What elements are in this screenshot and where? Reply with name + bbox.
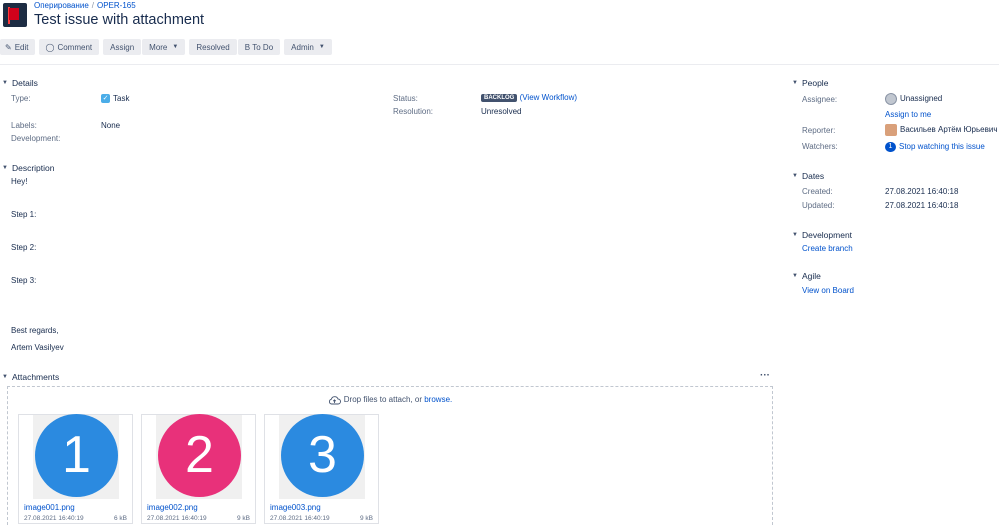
chevron-down-icon: ▼ [2,80,8,86]
chevron-down-icon: ▼ [792,80,798,86]
labels-value[interactable]: None [101,121,120,130]
development-toggle[interactable]: ▼ Development [792,230,852,240]
attachment-filename[interactable]: image001.png [24,503,75,512]
issue-toolbar: ✎ Edit ◯ Comment Assign More ▼ Resolved В T… [0,39,332,55]
description-line: Step 1: [11,210,37,219]
breadcrumb-project-link[interactable]: Оперирование [34,1,89,10]
attachment-image: 3 [279,414,365,499]
issue-title[interactable]: Test issue with attachment [34,12,204,28]
attachment-number: 2 [158,414,241,497]
chevron-down-icon: ▼ [792,173,798,179]
view-workflow-link[interactable]: (View Workflow) [520,93,578,102]
assign-to-me-link[interactable]: Assign to me [885,110,931,119]
chevron-down-icon: ▼ [2,374,8,380]
to-do-button[interactable]: В To Do [237,39,281,55]
attachment-number: 1 [35,414,118,497]
labels-label: Labels: [11,121,37,130]
description-line: Step 3: [11,276,37,285]
admin-button[interactable]: Admin ▼ [284,39,332,55]
created-value: 27.08.2021 16:40:18 [885,187,959,196]
assign-button[interactable]: Assign [103,39,142,55]
type-label: Type: [11,94,31,103]
attachment-size: 9 kB [236,515,250,522]
status-badge[interactable]: BACKLOG [481,93,518,102]
updated-value: 27.08.2021 16:40:18 [885,201,959,210]
watchers-value: 1 Stop watching this issue [885,142,985,152]
cloud-upload-icon [328,396,341,405]
attachment-size: 9 kB [359,515,373,522]
create-branch-link[interactable]: Create branch [802,244,853,253]
attachment-date: 27.08.2021 16:40:19 [270,515,330,522]
updated-label: Updated: [802,201,835,210]
attachment-thumbnail[interactable]: 1 image001.png 27.08.2021 16:40:19 6 kB [18,414,133,524]
attachment-image: 2 [156,414,242,499]
agile-toggle[interactable]: ▼ Agile [792,271,821,281]
resolved-button[interactable]: Resolved [189,39,237,55]
status-value: BACKLOG (View Workflow) [481,93,577,102]
attachments-menu-button[interactable]: ··· [760,370,770,381]
drop-hint: Drop files to attach, or browse. [8,395,772,405]
task-icon: ✓ [101,94,110,104]
people-toggle[interactable]: ▼ People [792,78,828,88]
attachment-size: 6 kB [113,515,127,522]
browse-link[interactable]: browse. [424,395,452,404]
attachment-filename[interactable]: image002.png [147,503,198,512]
project-avatar[interactable] [3,3,27,27]
description-line: Best regards, [11,326,59,335]
chevron-down-icon: ▼ [792,232,798,238]
comment-icon: ◯ [45,42,55,52]
stop-watching-link[interactable]: Stop watching this issue [899,142,985,151]
attachment-date: 27.08.2021 16:40:19 [24,515,84,522]
attachment-thumbnail[interactable]: 3 image003.png 27.08.2021 16:40:19 9 kB [264,414,379,524]
more-button[interactable]: More ▼ [142,39,186,55]
type-value: ✓ Task [101,94,130,104]
edit-button[interactable]: ✎ Edit [0,39,35,55]
attachments-toggle[interactable]: ▼ Attachments [2,372,59,382]
breadcrumb-issue-key-link[interactable]: OPER-165 [97,1,136,10]
assign-more-group: Assign More ▼ [103,39,186,55]
chevron-down-icon: ▼ [2,165,8,171]
attachment-date: 27.08.2021 16:40:19 [147,515,207,522]
attachment-thumbnail[interactable]: 2 image002.png 27.08.2021 16:40:19 9 kB [141,414,256,524]
assignee-label: Assignee: [802,95,838,104]
pencil-icon: ✎ [5,42,12,52]
description-line: Hey! [11,177,28,186]
view-on-board-link[interactable]: View on Board [802,286,854,295]
attachment-image: 1 [33,414,119,499]
comment-button[interactable]: ◯ Comment [38,39,100,55]
status-label: Status: [393,94,418,103]
dates-toggle[interactable]: ▼ Dates [792,171,824,181]
assignee-value: Unassigned [885,93,942,105]
watchers-label: Watchers: [802,142,838,151]
attachment-filename[interactable]: image003.png [270,503,321,512]
unassigned-avatar-icon [885,93,897,105]
description-line: Artem Vasilyev [11,343,64,352]
breadcrumb: Оперирование / OPER-165 [34,1,136,10]
attachment-number: 3 [281,414,364,497]
description-line: Step 2: [11,243,37,252]
created-label: Created: [802,187,833,196]
reporter-label: Reporter: [802,126,836,135]
workflow-group: Resolved В To Do [189,39,281,55]
details-toggle[interactable]: ▼ Details [2,78,38,88]
development-label: Development: [11,134,61,143]
reporter-value[interactable]: Васильев Артём Юрьевич [885,124,998,136]
attachment-dropzone[interactable]: Drop files to attach, or browse. 1 image… [7,386,773,525]
chevron-down-icon: ▼ [318,44,325,50]
chevron-down-icon: ▼ [792,273,798,279]
chevron-down-icon: ▼ [172,44,179,50]
description-toggle[interactable]: ▼ Description [2,163,54,173]
avatar [885,124,897,136]
resolution-label: Resolution: [393,107,434,116]
resolution-value: Unresolved [481,107,522,116]
divider [0,64,999,65]
watchers-count-badge[interactable]: 1 [885,142,896,152]
